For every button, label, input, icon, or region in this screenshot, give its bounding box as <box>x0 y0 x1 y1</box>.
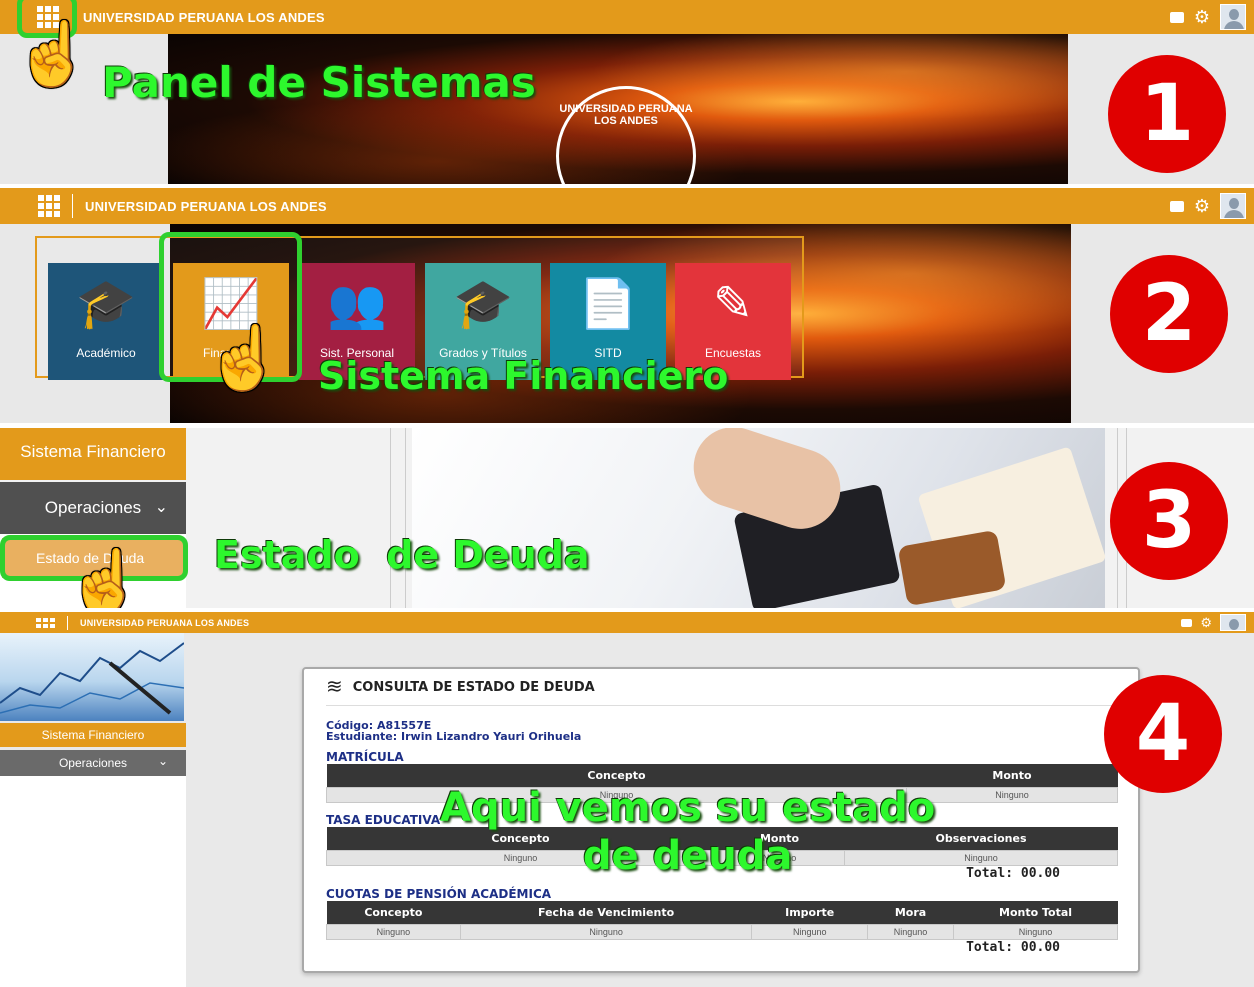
gear-icon[interactable]: ⚙ <box>1200 616 1212 629</box>
col-header: Importe <box>751 901 868 925</box>
university-seal: UNIVERSIDAD PERUANA LOS ANDES <box>556 86 696 184</box>
cell: Ninguno <box>459 924 753 940</box>
top-bar: UNIVERSIDAD PERUANA LOS ANDES ⚙ <box>0 612 1254 633</box>
chat-icon[interactable] <box>1181 618 1193 627</box>
sidebar-title: Sistema Financiero <box>0 428 186 480</box>
document-icon: 📄 <box>578 278 638 331</box>
panel-step-1: UNIVERSIDAD PERUANA LOS ANDES ⚙ UNIVERSI… <box>0 0 1254 184</box>
brand-title: UNIVERSIDAD PERUANA LOS ANDES <box>85 198 327 214</box>
cell: Ninguno <box>953 924 1118 940</box>
section-matricula: MATRÍCULA <box>326 750 404 764</box>
col-header: Monto <box>906 764 1118 788</box>
cell: Ninguno <box>906 787 1118 803</box>
caption-aqui-vemos: Aqui vemos su estado de deuda <box>440 784 935 880</box>
chevron-down-icon: ⌄ <box>154 499 168 516</box>
people-icon: 👥 <box>327 278 387 331</box>
layers-icon: ≋ <box>326 676 343 698</box>
content-frame-left <box>390 428 406 608</box>
divider <box>67 615 68 630</box>
calculator-photo <box>412 428 1105 608</box>
menu-operaciones[interactable]: Operaciones ⌄ <box>0 482 186 534</box>
menu-operaciones[interactable]: Operaciones ⌄ <box>0 750 186 776</box>
student-value: Irwin Lizandro Yauri Orihuela <box>401 730 582 743</box>
finance-chart-photo <box>0 633 184 721</box>
brand-title: UNIVERSIDAD PERUANA LOS ANDES <box>83 9 325 25</box>
cell: Ninguno <box>751 924 868 940</box>
col-header: Mora <box>867 901 954 925</box>
apps-grid-icon[interactable] <box>36 617 55 628</box>
divider <box>72 194 73 218</box>
pointer-hand-icon: ☝ <box>14 20 92 89</box>
gear-icon[interactable]: ⚙ <box>1194 8 1210 26</box>
col-header: Fecha de Vencimiento <box>460 901 752 925</box>
table-row: Ninguno Ninguno Ninguno Ninguno Ninguno <box>326 924 1118 940</box>
chat-icon[interactable] <box>1169 11 1184 23</box>
panel-step-2: UNIVERSIDAD PERUANA LOS ANDES ⚙ 🎓 Académi… <box>0 188 1254 423</box>
step-number-4: 4 <box>1104 675 1222 793</box>
apps-grid-icon[interactable] <box>38 195 60 217</box>
student-info: Código: A81557E Estudiante: Irwin Lizand… <box>326 720 1116 742</box>
panel-step-3: Sistema Financiero Operaciones ⌄ Estado … <box>0 428 1254 608</box>
system-tile-1[interactable]: 🎓 Académico <box>48 263 164 380</box>
seal-text: UNIVERSIDAD PERUANA LOS ANDES <box>559 103 693 127</box>
caption-panel-sistemas: Panel de Sistemas <box>102 58 536 107</box>
brand-title: UNIVERSIDAD PERUANA LOS ANDES <box>80 617 250 628</box>
menu-operaciones-label: Operaciones <box>44 498 142 517</box>
step-number-3: 3 <box>1110 462 1228 580</box>
caption-estado-deuda: Estado de Deuda <box>214 533 590 577</box>
top-bar: UNIVERSIDAD PERUANA LOS ANDES ⚙ <box>0 0 1254 34</box>
card-header: ≋ CONSULTA DE ESTADO DE DEUDA <box>326 677 1116 706</box>
chevron-down-icon: ⌄ <box>157 754 168 768</box>
pointer-hand-icon: ☝ <box>66 548 144 609</box>
sidebar-bottom <box>0 776 186 987</box>
caption-line-1: Aqui vemos su estado <box>440 785 936 831</box>
col-header: Monto Total <box>953 901 1118 925</box>
table-cuotas: Concepto Fecha de Vencimiento Importe Mora M… <box>326 901 1118 940</box>
sidebar-title: Sistema Financiero <box>0 723 186 747</box>
menu-operaciones-label: Operaciones <box>58 756 128 770</box>
stock-chart-icon <box>0 642 184 715</box>
total-cuotas: Total: 00.00 <box>966 940 1060 955</box>
grad-cap-icon: 🎓 <box>453 278 513 331</box>
student-label: Estudiante: <box>326 730 398 743</box>
caption-line-2: de deuda <box>582 833 793 879</box>
edit-icon: ✎ <box>712 278 754 331</box>
avatar[interactable] <box>1220 614 1246 631</box>
gear-icon[interactable]: ⚙ <box>1194 197 1210 215</box>
avatar[interactable] <box>1220 4 1246 30</box>
card-title: CONSULTA DE ESTADO DE DEUDA <box>352 679 595 695</box>
section-cuotas: CUOTAS DE PENSIÓN ACADÉMICA <box>326 887 552 901</box>
col-header: Concepto <box>326 901 461 925</box>
caption-sistema-financiero: Sistema Financiero <box>318 354 729 398</box>
pointer-hand-icon: ☝ <box>205 324 283 393</box>
graduate-icon: 🎓 <box>76 278 136 331</box>
cell: Ninguno <box>326 924 461 940</box>
system-tile-label: Académico <box>76 346 136 360</box>
chat-icon[interactable] <box>1169 200 1184 212</box>
panel-step-4: UNIVERSIDAD PERUANA LOS ANDES ⚙ Sistema … <box>0 612 1254 987</box>
avatar[interactable] <box>1220 193 1246 219</box>
cell: Ninguno <box>866 924 955 940</box>
step-number-1: 1 <box>1108 55 1226 173</box>
banner-image: UNIVERSIDAD PERUANA LOS ANDES <box>168 34 1068 184</box>
top-bar: UNIVERSIDAD PERUANA LOS ANDES ⚙ <box>0 188 1254 224</box>
step-number-2: 2 <box>1110 255 1228 373</box>
